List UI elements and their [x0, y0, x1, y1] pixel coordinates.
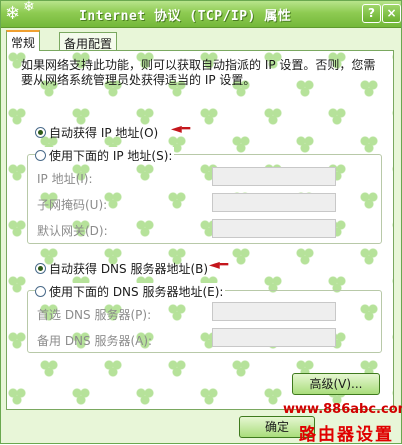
ip-address-label: IP 地址(I):	[37, 172, 93, 186]
alternate-dns-label: 备用 DNS 服务器(A):	[37, 334, 153, 348]
watermark-url: www.886abc.com	[283, 402, 402, 417]
manual-dns-radio[interactable]	[35, 286, 46, 297]
tab-general[interactable]: 常规	[6, 30, 41, 51]
preferred-dns-input[interactable]	[212, 302, 336, 321]
auto-dns-label: 自动获得 DNS 服务器地址(B)	[49, 262, 209, 276]
preferred-dns-label: 首选 DNS 服务器(P):	[37, 308, 152, 322]
tab-alternate-config[interactable]: 备用配置	[59, 32, 118, 51]
default-gateway-input[interactable]	[212, 219, 336, 238]
snowflake-small-icon: ❄	[23, 0, 35, 15]
auto-dns-radio[interactable]	[35, 263, 46, 274]
auto-ip-radio[interactable]	[35, 127, 46, 138]
auto-dns-option[interactable]: 自动获得 DNS 服务器地址(B)	[35, 260, 208, 277]
title-bar[interactable]: ❄ ❄ Internet 协议 (TCP/IP) 属性 ? ×	[1, 0, 401, 28]
subnet-mask-input[interactable]	[212, 193, 336, 212]
tcpip-properties-window: ❄ ❄ Internet 协议 (TCP/IP) 属性 ? × 常规 备用配置 …	[0, 0, 402, 445]
ip-address-input[interactable]	[212, 167, 336, 186]
window-title: Internet 协议 (TCP/IP) 属性	[79, 9, 292, 24]
auto-ip-option[interactable]: 自动获得 IP 地址(O)	[35, 124, 158, 141]
description-text: 如果网络支持此功能，则可以获取自动指派的 IP 设置。否则，您需要从网络系统管理…	[21, 58, 376, 87]
auto-ip-label: 自动获得 IP 地址(O)	[49, 126, 159, 140]
close-button[interactable]: ×	[382, 4, 401, 23]
manual-ip-radio[interactable]	[35, 150, 46, 161]
manual-ip-option[interactable]: 使用下面的 IP 地址(S):	[35, 147, 175, 164]
pointer-arrow-icon: ◄━	[209, 257, 229, 273]
watermark-text: 路由器设置	[299, 425, 394, 445]
help-button[interactable]: ?	[362, 4, 381, 23]
snowflake-icon: ❄	[5, 3, 21, 24]
manual-dns-option[interactable]: 使用下面的 DNS 服务器地址(E):	[35, 283, 226, 300]
alternate-dns-input[interactable]	[212, 328, 336, 347]
subnet-mask-label: 子网掩码(U):	[37, 198, 108, 212]
manual-dns-label: 使用下面的 DNS 服务器地址(E):	[49, 285, 224, 299]
advanced-button[interactable]: 高级(V)...	[292, 373, 380, 395]
default-gateway-label: 默认网关(D):	[37, 224, 108, 238]
pointer-arrow-icon: ◄━	[171, 121, 191, 137]
manual-ip-label: 使用下面的 IP 地址(S):	[49, 149, 173, 163]
